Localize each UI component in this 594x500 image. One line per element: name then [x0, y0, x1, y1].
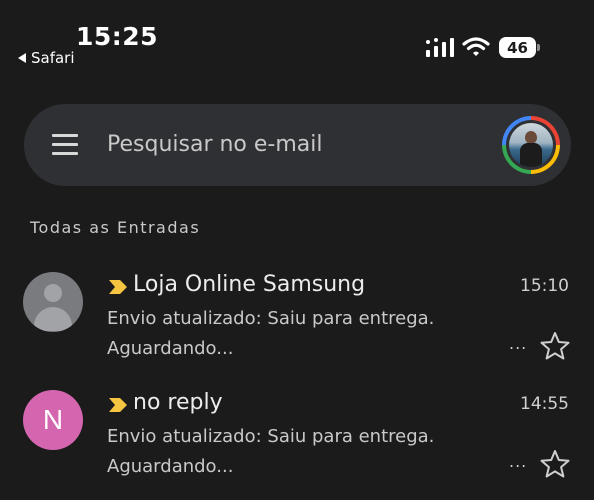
email-snippet: Envio atualizado: Saiu para entrega. Agu… — [107, 304, 487, 364]
back-arrow-icon — [18, 53, 26, 63]
account-avatar-ring — [506, 120, 556, 170]
email-snippet-line1: Envio atualizado: Saiu para entrega. — [107, 308, 435, 329]
battery-tip — [537, 44, 540, 51]
search-bar[interactable]: Pesquisar no e-mail — [24, 104, 571, 186]
email-snippet: Envio atualizado: Saiu para entrega. Agu… — [107, 422, 487, 482]
email-snippet-line1: Envio atualizado: Saiu para entrega. — [107, 426, 435, 447]
wifi-icon — [462, 37, 490, 56]
email-time: 14:55 — [520, 394, 569, 414]
email-snippet-line2: Aguardando... — [107, 456, 234, 477]
email-row[interactable]: Loja Online Samsung 15:10 Envio atualiza… — [0, 262, 594, 372]
menu-icon[interactable] — [52, 134, 78, 156]
email-sender: no reply — [133, 390, 223, 415]
email-time: 15:10 — [520, 276, 569, 296]
signal-icon — [426, 38, 454, 57]
more-indicator: ... — [509, 334, 528, 353]
importance-marker-icon — [109, 280, 127, 294]
star-icon[interactable] — [539, 330, 571, 362]
section-title: Todas as Entradas — [30, 218, 201, 237]
back-to-safari-link[interactable]: Safari — [18, 49, 75, 67]
email-sender: Loja Online Samsung — [133, 272, 366, 297]
star-icon[interactable] — [539, 448, 571, 480]
search-input[interactable]: Pesquisar no e-mail — [107, 132, 323, 157]
importance-marker-icon — [109, 398, 127, 412]
sender-avatar-generic[interactable] — [23, 272, 83, 332]
more-indicator: ... — [509, 452, 528, 471]
battery-body: 46 — [499, 37, 536, 58]
back-app-label: Safari — [31, 49, 75, 67]
sender-avatar-letter[interactable]: N — [23, 390, 83, 450]
battery-icon: 46 — [499, 37, 541, 59]
account-photo — [509, 123, 553, 167]
account-avatar[interactable] — [502, 116, 560, 174]
email-row[interactable]: N no reply 14:55 Envio atualizado: Saiu … — [0, 380, 594, 490]
status-bar: 15:25 Safari 46 — [0, 0, 594, 80]
battery-level: 46 — [507, 38, 528, 57]
email-snippet-line2: Aguardando... — [107, 338, 234, 359]
status-time: 15:25 — [76, 22, 159, 51]
